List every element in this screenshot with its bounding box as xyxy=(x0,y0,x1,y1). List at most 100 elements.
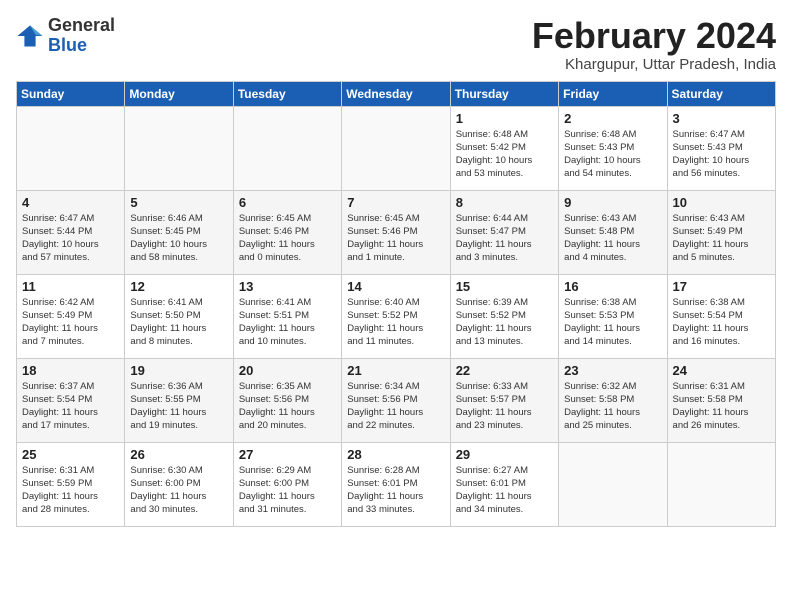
day-info: Sunrise: 6:38 AM Sunset: 5:54 PM Dayligh… xyxy=(673,296,770,349)
week-row-3: 11 Sunrise: 6:42 AM Sunset: 5:49 PM Dayli… xyxy=(17,274,776,358)
day-number: 7 xyxy=(347,195,444,210)
title-month-year: February 2024 xyxy=(532,16,776,56)
calendar-cell: 8Sunrise: 6:44 AM Sunset: 5:47 PM Daylig… xyxy=(450,190,558,274)
calendar-cell: 12 Sunrise: 6:41 AM Sunset: 5:50 PM Dayli… xyxy=(125,274,233,358)
day-number: 27 xyxy=(239,447,336,462)
day-number: 13 xyxy=(239,279,336,294)
column-header-saturday: Saturday xyxy=(667,81,775,106)
logo-icon xyxy=(16,22,44,50)
day-info: Sunrise: 6:46 AM Sunset: 5:45 PM Dayligh… xyxy=(130,212,227,265)
calendar-cell: 21 Sunrise: 6:34 AM Sunset: 5:56 PM Dayli… xyxy=(342,358,450,442)
calendar-header: SundayMondayTuesdayWednesdayThursdayFrid… xyxy=(17,81,776,106)
day-number: 15 xyxy=(456,279,553,294)
column-header-sunday: Sunday xyxy=(17,81,125,106)
day-number: 9 xyxy=(564,195,661,210)
calendar-cell: 5 Sunrise: 6:46 AM Sunset: 5:45 PM Daylig… xyxy=(125,190,233,274)
day-info: Sunrise: 6:37 AM Sunset: 5:54 PM Dayligh… xyxy=(22,380,119,433)
day-number: 28 xyxy=(347,447,444,462)
calendar-cell: 6Sunrise: 6:45 AM Sunset: 5:46 PM Daylig… xyxy=(233,190,341,274)
calendar-cell: 7 Sunrise: 6:45 AM Sunset: 5:46 PM Daylig… xyxy=(342,190,450,274)
day-info: Sunrise: 6:48 AM Sunset: 5:43 PM Dayligh… xyxy=(564,128,661,181)
day-info: Sunrise: 6:34 AM Sunset: 5:56 PM Dayligh… xyxy=(347,380,444,433)
day-info: Sunrise: 6:29 AM Sunset: 6:00 PM Dayligh… xyxy=(239,464,336,517)
day-info: Sunrise: 6:31 AM Sunset: 5:58 PM Dayligh… xyxy=(673,380,770,433)
calendar-cell: 11 Sunrise: 6:42 AM Sunset: 5:49 PM Dayli… xyxy=(17,274,125,358)
calendar-cell: 2 Sunrise: 6:48 AM Sunset: 5:43 PM Daylig… xyxy=(559,106,667,190)
day-info: Sunrise: 6:30 AM Sunset: 6:00 PM Dayligh… xyxy=(130,464,227,517)
calendar-cell xyxy=(125,106,233,190)
calendar-cell: 23 Sunrise: 6:32 AM Sunset: 5:58 PM Dayli… xyxy=(559,358,667,442)
day-number: 2 xyxy=(564,111,661,126)
calendar-cell: 26 Sunrise: 6:30 AM Sunset: 6:00 PM Dayli… xyxy=(125,442,233,526)
day-number: 4 xyxy=(22,195,119,210)
calendar-cell: 4 Sunrise: 6:47 AM Sunset: 5:44 PM Daylig… xyxy=(17,190,125,274)
calendar-cell: 17 Sunrise: 6:38 AM Sunset: 5:54 PM Dayli… xyxy=(667,274,775,358)
week-row-5: 25 Sunrise: 6:31 AM Sunset: 5:59 PM Dayli… xyxy=(17,442,776,526)
column-header-thursday: Thursday xyxy=(450,81,558,106)
calendar-cell: 28 Sunrise: 6:28 AM Sunset: 6:01 PM Dayli… xyxy=(342,442,450,526)
day-info: Sunrise: 6:27 AM Sunset: 6:01 PM Dayligh… xyxy=(456,464,553,517)
calendar-cell xyxy=(559,442,667,526)
calendar-cell: 9Sunrise: 6:43 AM Sunset: 5:48 PM Daylig… xyxy=(559,190,667,274)
day-number: 6 xyxy=(239,195,336,210)
day-info: Sunrise: 6:32 AM Sunset: 5:58 PM Dayligh… xyxy=(564,380,661,433)
title-block: February 2024 Khargupur, Uttar Pradesh, … xyxy=(532,16,776,73)
day-info: Sunrise: 6:45 AM Sunset: 5:46 PM Dayligh… xyxy=(347,212,444,265)
day-number: 17 xyxy=(673,279,770,294)
day-info: Sunrise: 6:36 AM Sunset: 5:55 PM Dayligh… xyxy=(130,380,227,433)
day-number: 19 xyxy=(130,363,227,378)
day-info: Sunrise: 6:41 AM Sunset: 5:51 PM Dayligh… xyxy=(239,296,336,349)
day-info: Sunrise: 6:33 AM Sunset: 5:57 PM Dayligh… xyxy=(456,380,553,433)
calendar-cell xyxy=(667,442,775,526)
day-number: 1 xyxy=(456,111,553,126)
calendar-cell xyxy=(233,106,341,190)
day-info: Sunrise: 6:48 AM Sunset: 5:42 PM Dayligh… xyxy=(456,128,553,181)
column-header-wednesday: Wednesday xyxy=(342,81,450,106)
calendar-cell xyxy=(17,106,125,190)
day-number: 21 xyxy=(347,363,444,378)
calendar-cell: 24 Sunrise: 6:31 AM Sunset: 5:58 PM Dayli… xyxy=(667,358,775,442)
day-info: Sunrise: 6:42 AM Sunset: 5:49 PM Dayligh… xyxy=(22,296,119,349)
calendar-cell: 1 Sunrise: 6:48 AM Sunset: 5:42 PM Daylig… xyxy=(450,106,558,190)
day-info: Sunrise: 6:47 AM Sunset: 5:43 PM Dayligh… xyxy=(673,128,770,181)
day-number: 20 xyxy=(239,363,336,378)
day-number: 22 xyxy=(456,363,553,378)
logo-text: General Blue xyxy=(48,16,115,56)
column-header-tuesday: Tuesday xyxy=(233,81,341,106)
week-row-4: 18 Sunrise: 6:37 AM Sunset: 5:54 PM Dayli… xyxy=(17,358,776,442)
day-info: Sunrise: 6:31 AM Sunset: 5:59 PM Dayligh… xyxy=(22,464,119,517)
day-number: 25 xyxy=(22,447,119,462)
calendar-cell: 20Sunrise: 6:35 AM Sunset: 5:56 PM Dayli… xyxy=(233,358,341,442)
title-location: Khargupur, Uttar Pradesh, India xyxy=(532,56,776,73)
column-header-friday: Friday xyxy=(559,81,667,106)
calendar-cell: 29 Sunrise: 6:27 AM Sunset: 6:01 PM Dayli… xyxy=(450,442,558,526)
day-info: Sunrise: 6:41 AM Sunset: 5:50 PM Dayligh… xyxy=(130,296,227,349)
day-number: 26 xyxy=(130,447,227,462)
day-info: Sunrise: 6:40 AM Sunset: 5:52 PM Dayligh… xyxy=(347,296,444,349)
day-info: Sunrise: 6:47 AM Sunset: 5:44 PM Dayligh… xyxy=(22,212,119,265)
logo-blue: Blue xyxy=(48,36,115,56)
week-row-2: 4 Sunrise: 6:47 AM Sunset: 5:44 PM Daylig… xyxy=(17,190,776,274)
day-number: 29 xyxy=(456,447,553,462)
day-number: 5 xyxy=(130,195,227,210)
day-info: Sunrise: 6:39 AM Sunset: 5:52 PM Dayligh… xyxy=(456,296,553,349)
header-row: SundayMondayTuesdayWednesdayThursdayFrid… xyxy=(17,81,776,106)
calendar-cell: 19 Sunrise: 6:36 AM Sunset: 5:55 PM Dayli… xyxy=(125,358,233,442)
day-number: 16 xyxy=(564,279,661,294)
calendar-cell: 13 Sunrise: 6:41 AM Sunset: 5:51 PM Dayli… xyxy=(233,274,341,358)
day-number: 10 xyxy=(673,195,770,210)
calendar-table: SundayMondayTuesdayWednesdayThursdayFrid… xyxy=(16,81,776,527)
calendar-cell: 25 Sunrise: 6:31 AM Sunset: 5:59 PM Dayli… xyxy=(17,442,125,526)
week-row-1: 1 Sunrise: 6:48 AM Sunset: 5:42 PM Daylig… xyxy=(17,106,776,190)
day-number: 24 xyxy=(673,363,770,378)
day-info: Sunrise: 6:43 AM Sunset: 5:49 PM Dayligh… xyxy=(673,212,770,265)
calendar-body: 1 Sunrise: 6:48 AM Sunset: 5:42 PM Daylig… xyxy=(17,106,776,526)
day-info: Sunrise: 6:28 AM Sunset: 6:01 PM Dayligh… xyxy=(347,464,444,517)
day-info: Sunrise: 6:38 AM Sunset: 5:53 PM Dayligh… xyxy=(564,296,661,349)
day-number: 11 xyxy=(22,279,119,294)
day-number: 18 xyxy=(22,363,119,378)
day-number: 12 xyxy=(130,279,227,294)
logo: General Blue xyxy=(16,16,115,56)
calendar-cell: 14Sunrise: 6:40 AM Sunset: 5:52 PM Dayli… xyxy=(342,274,450,358)
day-number: 23 xyxy=(564,363,661,378)
